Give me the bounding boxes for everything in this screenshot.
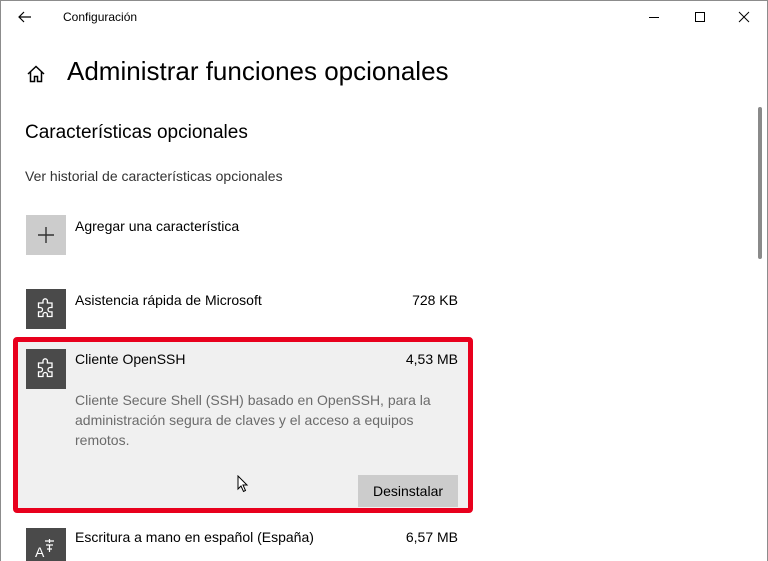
scrollbar-thumb[interactable] — [758, 107, 762, 259]
close-icon — [738, 11, 750, 23]
app-title: Configuración — [63, 10, 138, 24]
minimize-icon — [649, 17, 659, 18]
section-title: Características opcionales — [25, 122, 248, 143]
plus-icon — [38, 227, 54, 243]
feature-name[interactable]: Escritura a mano en español (España) — [75, 529, 314, 545]
back-arrow-icon — [18, 11, 31, 23]
close-button[interactable] — [721, 1, 767, 33]
feature-item-icon-tile[interactable] — [26, 289, 66, 329]
history-link[interactable]: Ver historial de características opciona… — [25, 168, 283, 184]
home-button[interactable] — [25, 63, 47, 85]
minimize-button[interactable] — [631, 1, 677, 33]
handwriting-icon: A — [35, 539, 54, 560]
settings-window: Configuración Administrar funciones opci… — [0, 0, 768, 561]
feature-name[interactable]: Asistencia rápida de Microsoft — [75, 292, 262, 308]
add-feature-label[interactable]: Agregar una característica — [75, 218, 239, 234]
maximize-icon — [695, 12, 705, 22]
feature-size: 6,57 MB — [405, 529, 458, 545]
feature-size: 728 KB — [412, 292, 458, 308]
add-feature-button[interactable] — [26, 215, 66, 255]
feature-item-icon-tile[interactable]: A — [26, 528, 66, 561]
maximize-button[interactable] — [677, 1, 723, 33]
back-button[interactable] — [7, 3, 43, 31]
svg-text:A: A — [35, 544, 45, 560]
mouse-cursor-icon — [237, 475, 249, 493]
page-title: Administrar funciones opcionales — [67, 56, 449, 86]
home-icon — [27, 65, 45, 83]
puzzle-icon — [37, 298, 53, 318]
title-bar: Configuración — [1, 1, 767, 33]
